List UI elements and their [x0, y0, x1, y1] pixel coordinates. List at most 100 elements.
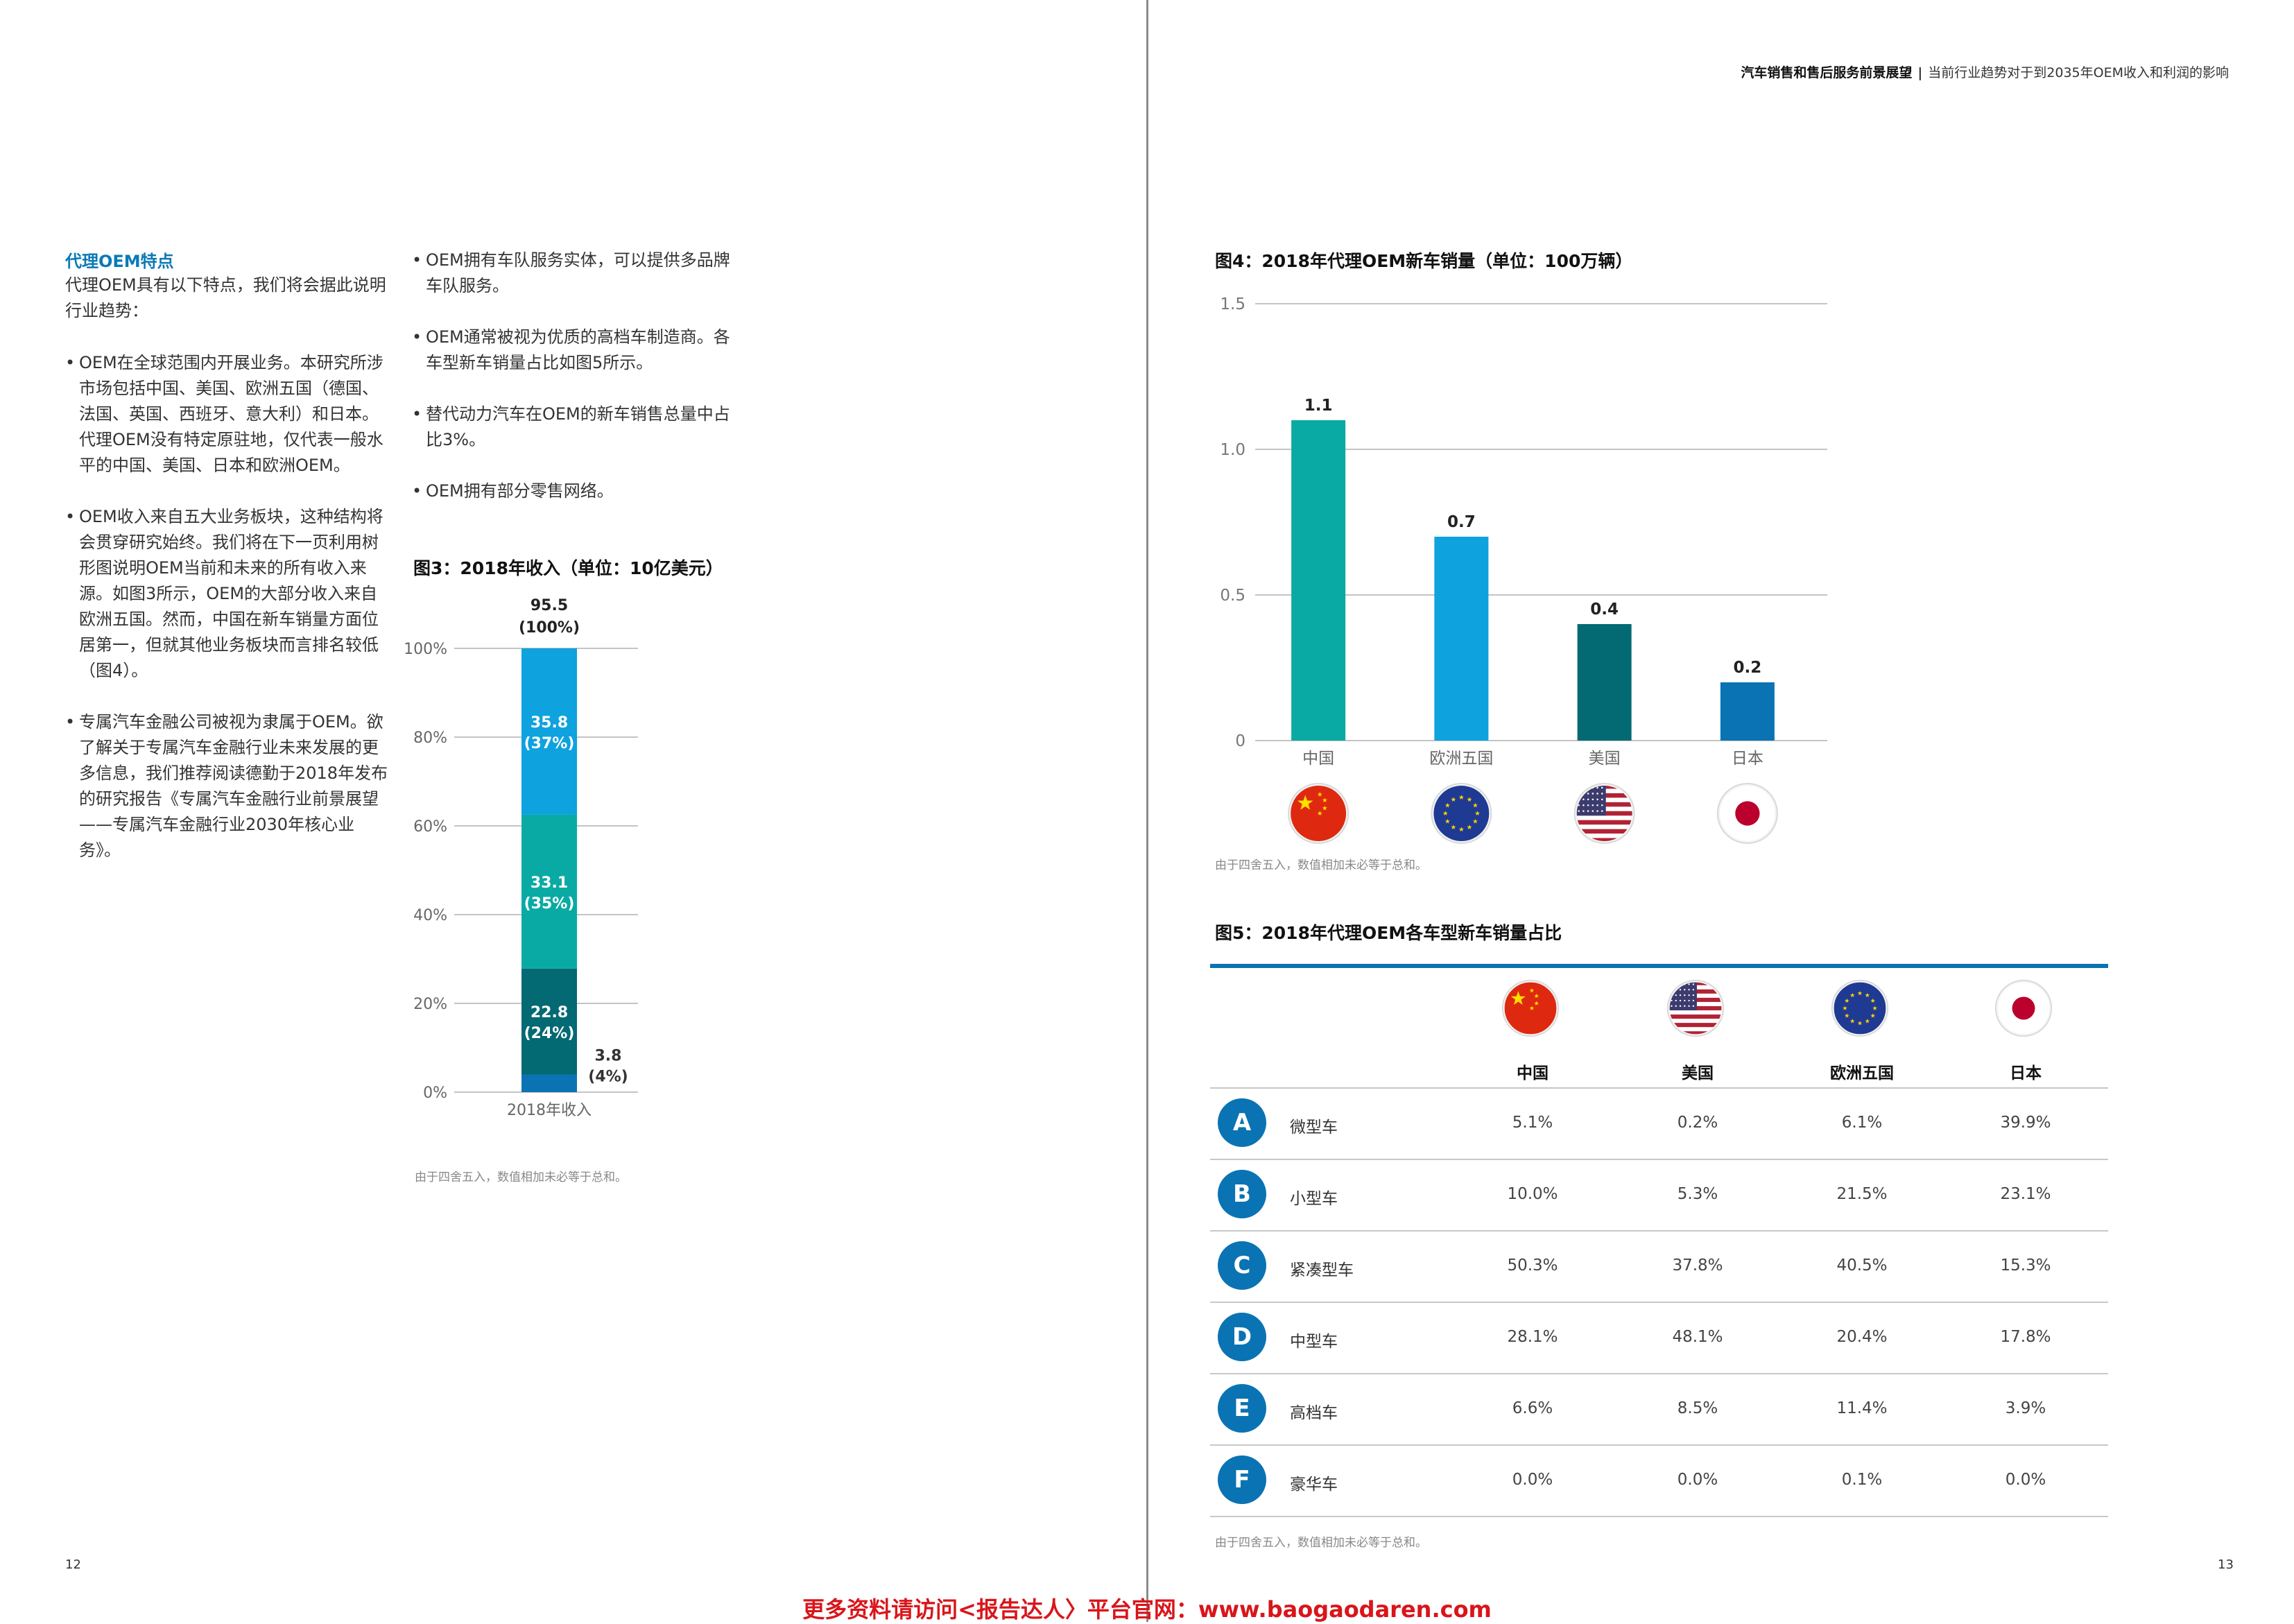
- total-label: 95.5 (100%): [519, 597, 580, 637]
- row-letter-badge: C: [1218, 1241, 1266, 1290]
- data-label: 1.1: [1304, 397, 1333, 415]
- japan-flag-icon: [1994, 979, 2053, 1037]
- header-subtitle: 当前行业趋势对于到2035年OEM收入和利润的影响: [1928, 65, 2229, 80]
- x-category-label: 2018年收入: [507, 1102, 592, 1119]
- fig5-note: 由于四舍五入，数值相加未必等于总和。: [1215, 1536, 1427, 1550]
- bullet-item: OEM收入来自五大业务板块，这种结构将会贯穿研究始终。我们将在下一页利用树形图说…: [65, 504, 391, 684]
- table-cell: 23.1%: [2000, 1185, 2051, 1203]
- table-cell: 5.3%: [1677, 1185, 1718, 1203]
- fig3-stacked-bar-chart: 0%20%40%60%80%100%3.8 (4%)22.8 (24%)33.1 (3…: [404, 597, 638, 1119]
- footer-link[interactable]: 更多资料请访问<报告达人〉平台官网：www.baogaodaren.com: [0, 1592, 2294, 1624]
- data-label: 0.2: [1734, 659, 1762, 677]
- table-cell: 21.5%: [1836, 1185, 1888, 1203]
- table-row: B 小型车 10.0% 5.3% 21.5% 23.1%: [1210, 1160, 2108, 1232]
- fig4-note: 由于四舍五入，数值相加未必等于总和。: [1215, 858, 1427, 872]
- fig3-title: 图3：2018年收入（单位：10亿美元）: [413, 558, 723, 578]
- row-label: 中型车: [1290, 1333, 1338, 1351]
- row-letter-badge: E: [1218, 1384, 1266, 1433]
- table-cell: 20.4%: [1836, 1328, 1888, 1346]
- data-label: 0.7: [1447, 513, 1476, 531]
- table-row: C 紧凑型车 50.3% 37.8% 40.5% 15.3%: [1210, 1232, 2108, 1303]
- bar-europe5: [1434, 537, 1489, 741]
- row-label: 小型车: [1290, 1190, 1338, 1208]
- row-letter-badge: F: [1218, 1455, 1266, 1504]
- row-label: 紧凑型车: [1290, 1261, 1354, 1279]
- data-label: 3.8 (4%): [588, 1048, 628, 1086]
- china-flag-icon: [1288, 783, 1349, 844]
- japan-flag-icon: [1716, 783, 1778, 844]
- x-category-label: 美国: [1589, 750, 1621, 768]
- x-category-label: 欧洲五国: [1429, 750, 1493, 768]
- table-column-header: 中国: [1517, 1064, 1549, 1082]
- row-rule: [1210, 1516, 2108, 1517]
- china-flag-icon: [1501, 979, 1560, 1037]
- table-cell: 39.9%: [2000, 1114, 2051, 1132]
- table-row: D 中型车 28.1% 48.1% 20.4% 17.8%: [1210, 1303, 2108, 1374]
- table-cell: 0.2%: [1677, 1114, 1718, 1132]
- fig4-title: 图4：2018年代理OEM新车销量（单位：100万辆）: [1215, 251, 1633, 271]
- table-cell: 48.1%: [1672, 1328, 1723, 1346]
- table-cell: 6.1%: [1841, 1114, 1883, 1132]
- bullet-item: 替代动力汽车在OEM的新车销售总量中占比3%。: [412, 401, 738, 453]
- table-row: F 豪华车 0.0% 0.0% 0.1% 0.0%: [1210, 1446, 2108, 1517]
- table-cell: 10.0%: [1507, 1185, 1558, 1203]
- table-cell: 17.8%: [2000, 1328, 2051, 1346]
- row-letter-badge: B: [1218, 1170, 1266, 1218]
- x-category-label: 日本: [1732, 750, 1763, 768]
- flag-graphic: [1666, 979, 1725, 1037]
- row-label: 高档车: [1290, 1404, 1338, 1422]
- y-tick-label: 0.5: [1220, 587, 1245, 605]
- table-cell: 0.0%: [2005, 1471, 2046, 1489]
- flag-graphic: [1831, 979, 1889, 1037]
- table-cell: 5.1%: [1512, 1114, 1553, 1132]
- us-flag-icon: [1573, 783, 1635, 844]
- table-column-header: 美国: [1682, 1064, 1714, 1082]
- page-number-right: 13: [2218, 1557, 2234, 1572]
- bullet-list-col1: OEM在全球范围内开展业务。本研究所涉市场包括中国、美国、欧洲五国（德国、法国、…: [65, 350, 391, 889]
- bullet-item: 专属汽车金融公司被视为隶属于OEM。欲了解关于专属汽车金融行业未来发展的更多信息…: [65, 709, 391, 863]
- row-label: 豪华车: [1290, 1476, 1338, 1494]
- bar-japan: [1720, 682, 1775, 741]
- flag-graphic: [1994, 979, 2053, 1037]
- flag-graphic: [1501, 979, 1560, 1037]
- fig3-note: 由于四舍五入，数值相加未必等于总和。: [415, 1171, 627, 1184]
- x-category-label: 中国: [1302, 750, 1334, 768]
- y-tick-label: 20%: [413, 996, 447, 1013]
- eu-flag-icon: [1431, 783, 1492, 844]
- table-cell: 40.5%: [1836, 1256, 1888, 1275]
- page-divider: [1146, 0, 1148, 1622]
- y-tick-label: 1.0: [1220, 441, 1245, 459]
- bar-china: [1291, 420, 1346, 741]
- bullet-item: OEM在全球范围内开展业务。本研究所涉市场包括中国、美国、欧洲五国（德国、法国、…: [65, 350, 391, 478]
- bullet-item: OEM拥有车队服务实体，可以提供多品牌车队服务。: [412, 248, 738, 299]
- table-column-header: 欧洲五国: [1830, 1064, 1894, 1082]
- y-tick-label: 100%: [404, 641, 447, 658]
- table-cell: 3.9%: [2005, 1399, 2046, 1417]
- fig5-title: 图5：2018年代理OEM各车型新车销量占比: [1215, 923, 1562, 943]
- y-tick-label: 1.5: [1220, 295, 1245, 313]
- row-label: 微型车: [1290, 1118, 1338, 1137]
- page-number-left: 12: [65, 1557, 81, 1572]
- y-tick-label: 60%: [413, 818, 447, 836]
- bullet-item: OEM通常被视为优质的高档车制造商。各车型新车销量占比如图5所示。: [412, 325, 738, 376]
- table-row: A 微型车 5.1% 0.2% 6.1% 39.9%: [1210, 1089, 2108, 1160]
- us-flag-icon: [1666, 979, 1725, 1037]
- table-cell: 37.8%: [1672, 1256, 1723, 1275]
- row-letter-badge: D: [1218, 1313, 1266, 1361]
- fig4-bar-chart: 0 0.5 1.0 1.5 1.1 中国 0.7 欧洲五国 0.4 美国 0.2 日本: [1220, 295, 1827, 844]
- running-header: 汽车销售和售后服务前景展望 | 当前行业趋势对于到2035年OEM收入和利润的影响: [1741, 62, 2229, 81]
- table-cell: 28.1%: [1507, 1328, 1558, 1346]
- y-tick-label: 0%: [423, 1085, 447, 1102]
- y-tick-label: 40%: [413, 907, 447, 924]
- table-cell: 11.4%: [1836, 1399, 1888, 1417]
- y-tick-label: 80%: [413, 729, 447, 747]
- table-row: E 高档车 6.6% 8.5% 11.4% 3.9%: [1210, 1374, 2108, 1446]
- table-cell: 15.3%: [2000, 1256, 2051, 1275]
- data-label: 0.4: [1590, 601, 1619, 619]
- table-top-rule: [1210, 964, 2108, 968]
- table-cell: 0.0%: [1677, 1471, 1718, 1489]
- bar-segment-japan: [521, 1074, 577, 1092]
- intro-paragraph: 代理OEM具有以下特点，我们将会据此说明行业趋势：: [65, 275, 386, 320]
- header-separator: |: [1917, 65, 1923, 80]
- bullet-item: OEM拥有部分零售网络。: [412, 478, 738, 504]
